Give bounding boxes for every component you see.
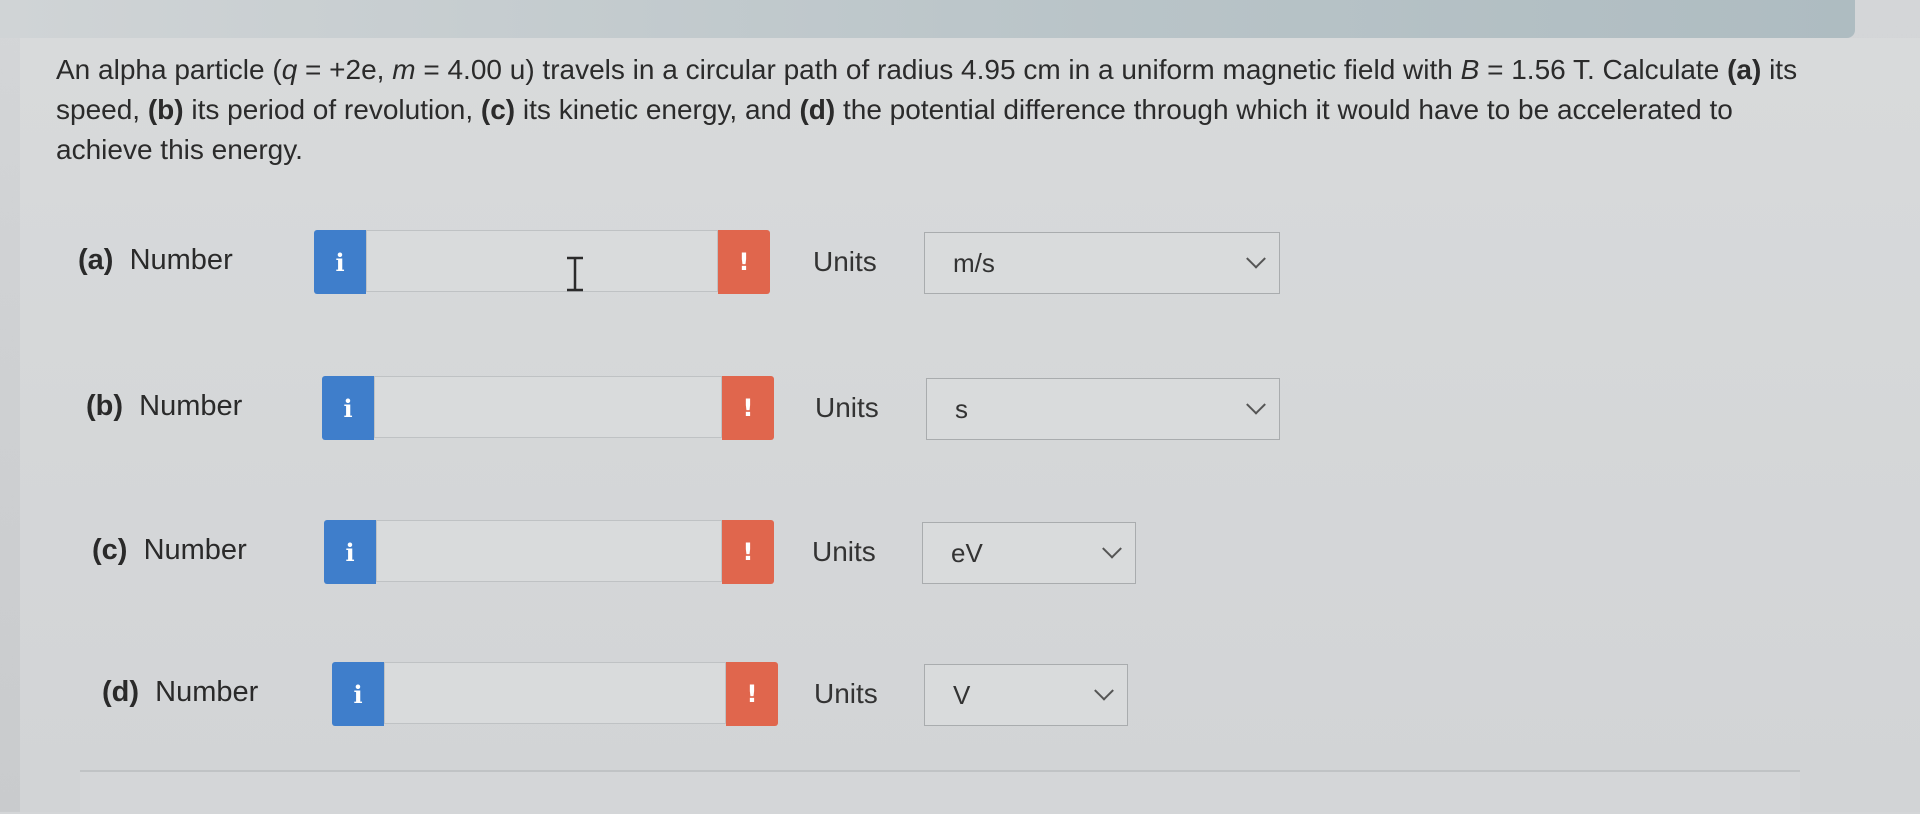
units-label-c: Units: [812, 536, 876, 567]
units-select-b[interactable]: s: [926, 378, 1280, 440]
number-input-d[interactable]: [384, 662, 726, 724]
part-label-c: (c) Number: [92, 534, 247, 566]
info-icon[interactable]: i: [332, 662, 384, 726]
units-label-a: Units: [813, 246, 877, 277]
next-section-edge: [80, 770, 1800, 814]
warning-icon[interactable]: !: [722, 520, 774, 584]
question-text: An alpha particle (q = +2e, m = 4.00 u) …: [56, 54, 1798, 165]
warning-icon[interactable]: !: [726, 662, 778, 726]
chevron-down-icon: [1246, 394, 1266, 415]
info-icon[interactable]: i: [314, 230, 366, 294]
chevron-down-icon: [1102, 538, 1122, 559]
units-select-a[interactable]: m/s: [924, 232, 1280, 294]
units-label-d: Units: [814, 678, 878, 709]
warning-icon[interactable]: !: [718, 230, 770, 294]
units-label-b: Units: [815, 392, 879, 423]
text-cursor-icon: [567, 256, 583, 292]
answer-row-d: (d) Number i ! Units V: [102, 662, 1132, 728]
units-select-c[interactable]: eV: [922, 522, 1136, 584]
answer-row-a: (a) Number i ! Units m/s: [78, 230, 1288, 296]
answer-row-c: (c) Number i ! Units eV: [92, 520, 1142, 586]
info-icon[interactable]: i: [324, 520, 376, 584]
units-select-d[interactable]: V: [924, 664, 1128, 726]
chevron-down-icon: [1246, 248, 1266, 269]
answer-row-b: (b) Number i ! Units s: [86, 376, 1286, 442]
number-input-b[interactable]: [374, 376, 722, 438]
chevron-down-icon: [1094, 680, 1114, 701]
warning-icon[interactable]: !: [722, 376, 774, 440]
part-label-d: (d) Number: [102, 676, 259, 708]
part-label-a: (a) Number: [78, 244, 233, 276]
number-input-a[interactable]: [366, 230, 718, 292]
info-icon[interactable]: i: [322, 376, 374, 440]
part-label-b: (b) Number: [86, 390, 243, 422]
top-bar: [0, 0, 1855, 38]
number-input-c[interactable]: [376, 520, 722, 582]
